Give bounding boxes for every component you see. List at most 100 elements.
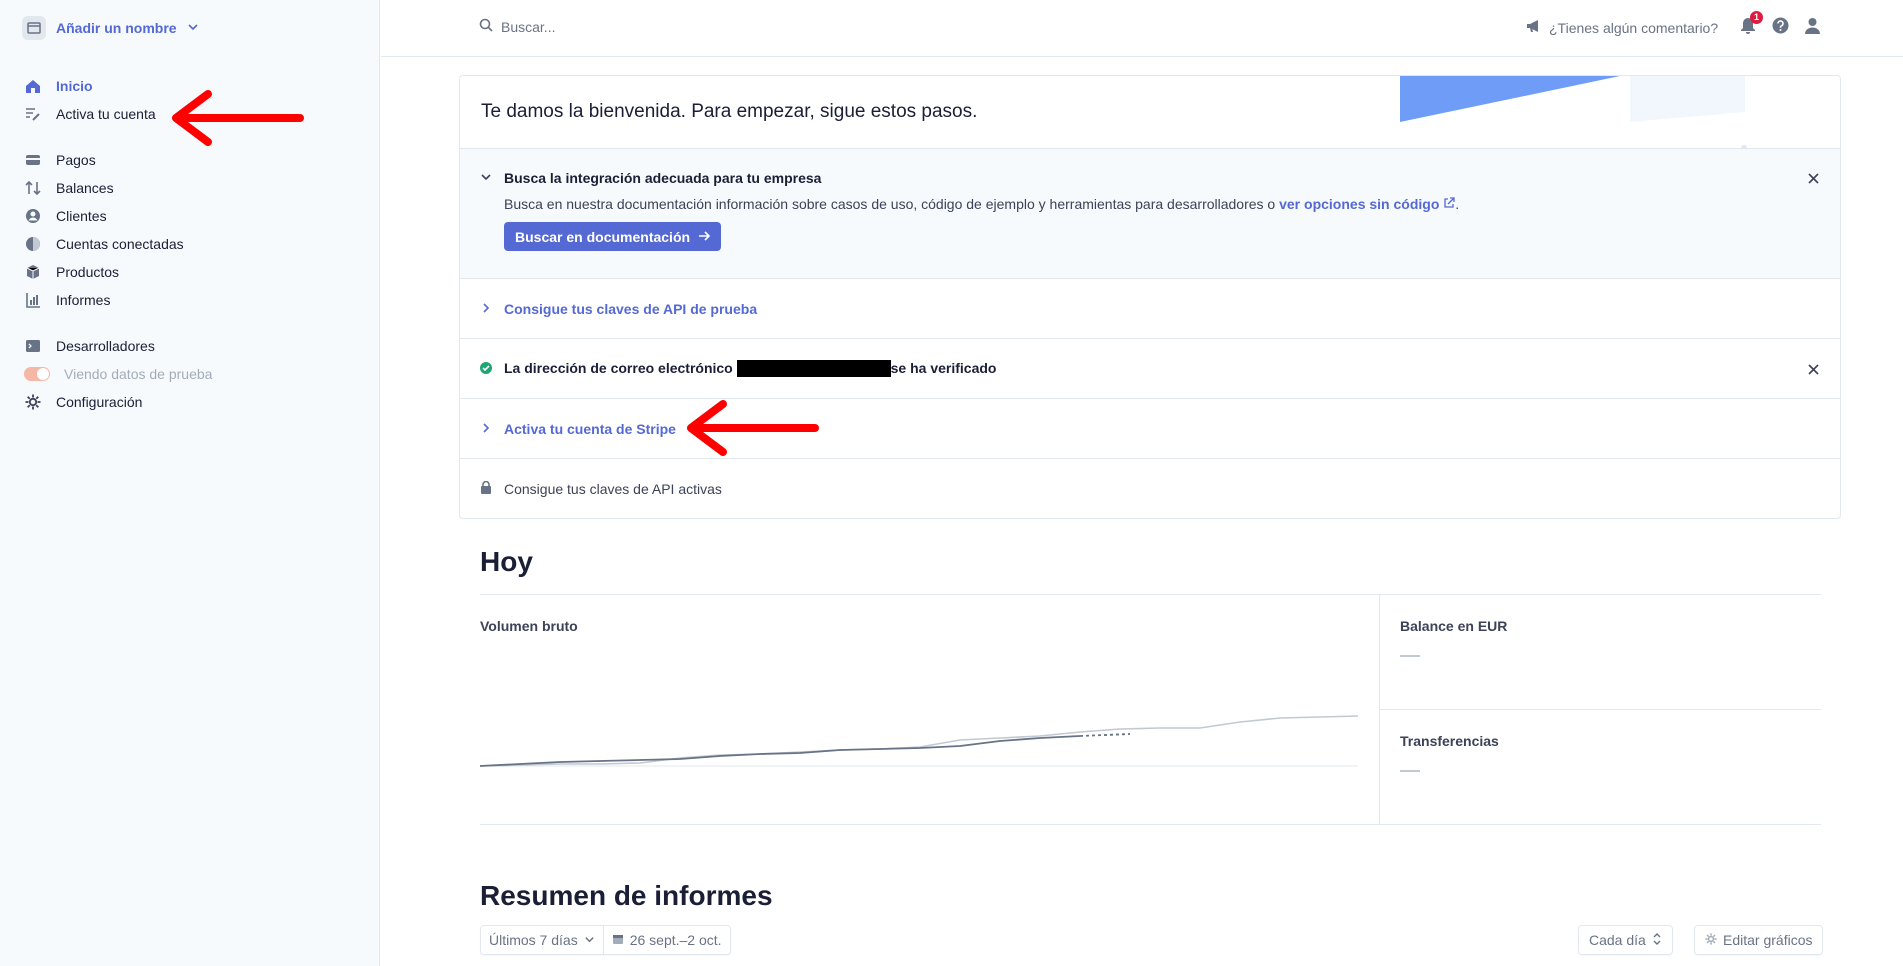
step-activate-stripe[interactable]: Activa tu cuenta de Stripe bbox=[460, 399, 1840, 459]
profile-button[interactable] bbox=[1803, 16, 1821, 38]
nav-group-business: Pagos Balances Clientes Cuentas conectad… bbox=[24, 146, 354, 314]
sidebar-item-customers[interactable]: Clientes bbox=[24, 202, 354, 230]
redacted-email bbox=[736, 360, 891, 378]
date-picker[interactable]: 26 sept.–2 oct. bbox=[602, 926, 730, 954]
check-circle-icon bbox=[480, 361, 492, 377]
step-integration-header[interactable]: Busca la integración adecuada para tu em… bbox=[480, 170, 1840, 186]
divider bbox=[480, 824, 1821, 825]
divider bbox=[480, 594, 1821, 595]
lock-icon bbox=[480, 480, 492, 497]
close-icon[interactable] bbox=[1806, 362, 1820, 376]
sidebar-item-label: Viendo datos de prueba bbox=[64, 366, 213, 382]
edit-charts-segment[interactable]: Editar gráficos bbox=[1695, 926, 1822, 954]
sidebar-item-connected-accounts[interactable]: Cuentas conectadas bbox=[24, 230, 354, 258]
search-input[interactable] bbox=[501, 18, 861, 35]
products-box-icon bbox=[24, 263, 42, 281]
top-actions: 1 bbox=[1739, 11, 1821, 38]
interval-label: Cada día bbox=[1589, 932, 1646, 948]
sidebar-item-label: Productos bbox=[56, 264, 120, 280]
sidebar-item-label: Inicio bbox=[56, 78, 93, 94]
customers-icon bbox=[24, 207, 42, 225]
step-test-keys[interactable]: Consigue tus claves de API de prueba bbox=[460, 279, 1840, 339]
step-integration-title: Busca la integración adecuada para tu em… bbox=[504, 170, 822, 186]
user-icon bbox=[1804, 17, 1821, 37]
description-text: Busca en nuestra documentación informaci… bbox=[504, 196, 1280, 212]
sidebar-item-products[interactable]: Productos bbox=[24, 258, 354, 286]
chevron-down-icon bbox=[480, 170, 492, 186]
chevron-right-icon bbox=[480, 301, 492, 317]
feedback-button[interactable]: ¿Tienes algún comentario? bbox=[1526, 19, 1718, 36]
welcome-heading: Te damos la bienvenida. Para empezar, si… bbox=[481, 101, 978, 122]
decorative-banner bbox=[1400, 76, 1747, 149]
chart-line-previous bbox=[480, 715, 1359, 767]
sidebar-item-settings[interactable]: Configuración bbox=[24, 388, 354, 416]
account-name: Añadir un nombre bbox=[56, 20, 177, 36]
transfers-empty-value bbox=[1400, 770, 1420, 772]
payments-icon bbox=[24, 151, 42, 169]
notification-badge: 1 bbox=[1750, 11, 1763, 24]
annotation-arrow-sidebar bbox=[172, 90, 304, 146]
test-keys-link[interactable]: Consigue tus claves de API de prueba bbox=[504, 301, 757, 317]
no-code-options-link[interactable]: ver opciones sin código bbox=[1279, 196, 1439, 212]
sidebar-item-label: Informes bbox=[56, 292, 111, 308]
notifications-button[interactable]: 1 bbox=[1739, 11, 1763, 38]
gross-volume-label: Volumen bruto bbox=[480, 618, 578, 634]
gear-icon bbox=[24, 393, 42, 411]
range-label: Últimos 7 días bbox=[489, 932, 578, 948]
balances-icon bbox=[24, 179, 42, 197]
close-icon[interactable] bbox=[1806, 171, 1820, 185]
top-bar: ¿Tienes algún comentario? 1 bbox=[381, 0, 1903, 57]
sidebar-item-reports[interactable]: Informes bbox=[24, 286, 354, 314]
search-bar[interactable] bbox=[479, 18, 879, 35]
interval-selector[interactable]: Cada día bbox=[1578, 925, 1673, 955]
today-heading: Hoy bbox=[480, 546, 533, 577]
arrow-right-icon bbox=[698, 229, 711, 245]
step-live-keys: Consigue tus claves de API activas bbox=[460, 459, 1840, 518]
dates-label: 26 sept.–2 oct. bbox=[629, 932, 722, 948]
sidebar-item-label: Balances bbox=[56, 180, 114, 196]
edit-charts-button[interactable]: Editar gráficos bbox=[1694, 925, 1824, 955]
help-button[interactable] bbox=[1771, 16, 1789, 38]
sidebar-item-label: Desarrolladores bbox=[56, 338, 155, 354]
external-link-icon bbox=[1443, 196, 1455, 212]
connect-icon bbox=[24, 235, 42, 253]
chevron-up-down-icon bbox=[1652, 932, 1662, 948]
gear-icon bbox=[1705, 932, 1717, 948]
account-switcher[interactable]: Añadir un nombre bbox=[22, 16, 199, 40]
live-keys-text: Consigue tus claves de API activas bbox=[504, 481, 722, 497]
sidebar-item-balances[interactable]: Balances bbox=[24, 174, 354, 202]
sidebar-item-test-mode[interactable]: Viendo datos de prueba bbox=[24, 360, 354, 388]
help-icon bbox=[1772, 17, 1789, 37]
chevron-down-icon bbox=[187, 20, 199, 36]
terminal-icon bbox=[24, 337, 42, 355]
step-email-verified: La dirección de correo electrónico se ha… bbox=[460, 339, 1840, 399]
divider bbox=[1380, 709, 1821, 710]
megaphone-icon bbox=[1526, 19, 1542, 36]
reports-chart-icon bbox=[24, 291, 42, 309]
onboarding-header: Te damos la bienvenida. Para empezar, si… bbox=[460, 76, 1840, 149]
nav-group-settings: Desarrolladores Viendo datos de prueba C… bbox=[24, 332, 354, 416]
transfers-label: Transferencias bbox=[1400, 733, 1499, 749]
interval-button[interactable]: Cada día bbox=[1579, 926, 1672, 954]
gross-volume-chart bbox=[480, 715, 1359, 767]
balance-eur-label: Balance en EUR bbox=[1400, 618, 1508, 634]
search-docs-button[interactable]: Buscar en documentación bbox=[504, 222, 722, 251]
sidebar-item-payments[interactable]: Pagos bbox=[24, 146, 354, 174]
onboarding-card: Te damos la bienvenida. Para empezar, si… bbox=[459, 75, 1841, 519]
button-label: Buscar en documentación bbox=[515, 228, 691, 245]
sidebar-item-label: Cuentas conectadas bbox=[56, 236, 184, 252]
sidebar-item-developers[interactable]: Desarrolladores bbox=[24, 332, 354, 360]
test-mode-toggle[interactable] bbox=[24, 367, 50, 381]
date-range-filter: Últimos 7 días 26 sept.–2 oct. bbox=[480, 925, 731, 955]
store-icon bbox=[22, 16, 46, 40]
step-integration-description: Busca en nuestra documentación informaci… bbox=[504, 196, 1840, 212]
step-integration: Busca la integración adecuada para tu em… bbox=[460, 149, 1840, 279]
activate-stripe-link[interactable]: Activa tu cuenta de Stripe bbox=[504, 421, 676, 437]
sidebar-item-label: Pagos bbox=[56, 152, 96, 168]
email-suffix: se ha verificado bbox=[890, 359, 997, 376]
range-selector[interactable]: Últimos 7 días bbox=[481, 926, 603, 954]
chart-line-projection bbox=[1079, 733, 1131, 737]
calendar-icon bbox=[612, 932, 624, 948]
sidebar-item-label: Activa tu cuenta bbox=[56, 106, 156, 122]
chart-line-current bbox=[480, 735, 1081, 767]
